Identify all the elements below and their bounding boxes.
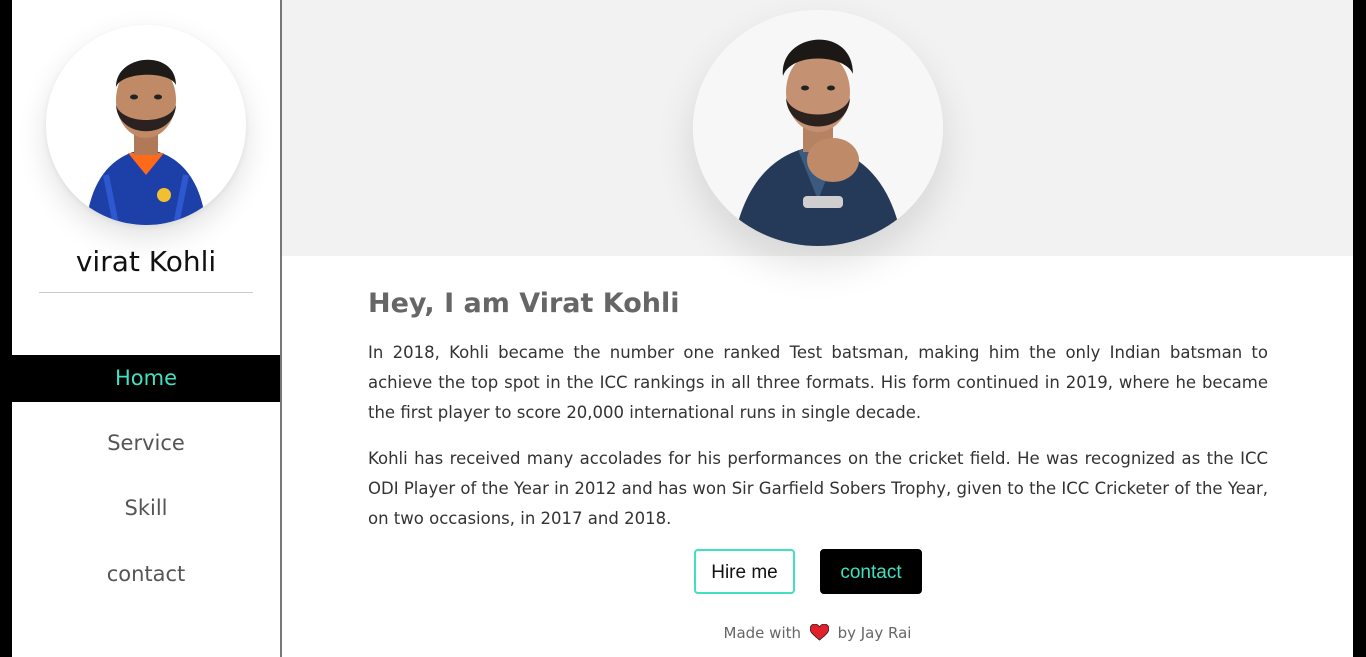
footer-suffix: by Jay Rai (837, 624, 912, 642)
hire-me-button[interactable]: Hire me (694, 549, 795, 594)
about-paragraph-1: In 2018, Kohli became the number one ran… (368, 343, 1268, 422)
about-section: Hey, I am Virat Kohli In 2018, Kohli bec… (368, 282, 1268, 534)
footer-prefix: Made with (723, 624, 802, 642)
footer: Made with by Jay Rai (282, 623, 1353, 645)
heart-icon (809, 623, 830, 645)
page-title: Hey, I am Virat Kohli (368, 288, 680, 319)
nav-service[interactable]: Service (12, 431, 280, 455)
cricketer-portrait-image (46, 25, 246, 225)
about-paragraph-2: Kohli has received many accolades for hi… (368, 449, 1268, 528)
nav-contact[interactable]: contact (12, 562, 280, 586)
nav-skill[interactable]: Skill (12, 496, 280, 520)
action-buttons: Hire me contact (282, 549, 1353, 594)
suit-portrait-image (693, 10, 943, 246)
hero-banner (282, 0, 1353, 256)
sidebar-avatar (46, 25, 246, 225)
sidebar-divider (39, 292, 253, 293)
hero-avatar (693, 10, 943, 246)
page: virat Kohli Home Service Skill contact H… (0, 0, 1366, 657)
contact-button[interactable]: contact (820, 549, 922, 594)
sidebar-name: virat Kohli (75, 245, 217, 278)
sidebar: virat Kohli Home Service Skill contact (12, 0, 282, 657)
nav-home[interactable]: Home (12, 355, 280, 402)
main-content: Hey, I am Virat Kohli In 2018, Kohli bec… (282, 0, 1353, 657)
